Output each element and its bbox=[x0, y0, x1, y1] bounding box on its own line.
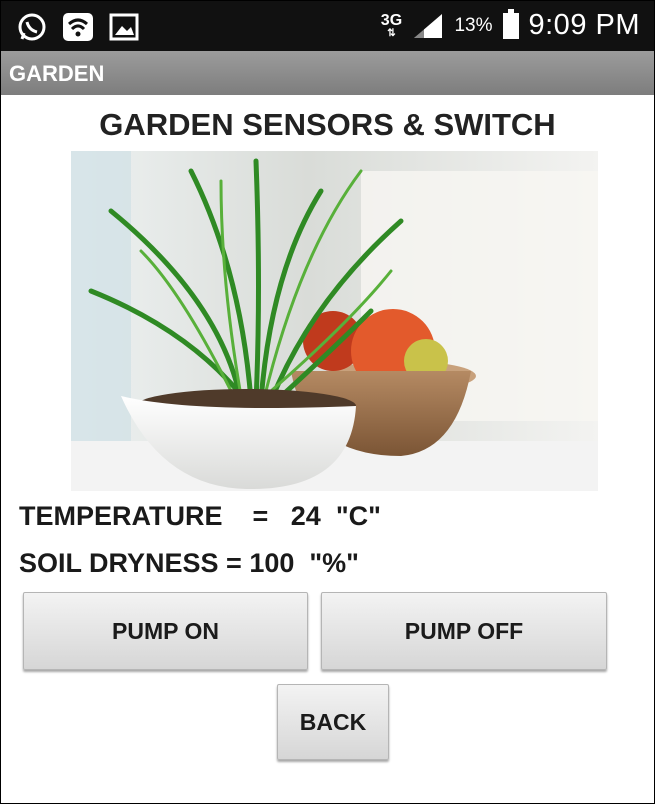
battery-percent: 13% bbox=[454, 14, 493, 36]
network-type: 3G ⇅ bbox=[380, 11, 403, 39]
soil-dryness-reading: SOIL DRYNESS = 100 "%" bbox=[19, 548, 359, 578]
plant-photo bbox=[71, 151, 598, 491]
wifi-icon bbox=[63, 13, 93, 41]
app-title: GARDEN bbox=[9, 61, 105, 86]
whatsapp-icon bbox=[18, 13, 46, 41]
pump-on-button[interactable]: PUMP ON bbox=[23, 592, 308, 670]
status-bar: 3G ⇅ 13% 9:09 PM bbox=[1, 1, 654, 51]
signal-icon bbox=[414, 13, 443, 38]
back-button[interactable]: BACK bbox=[277, 684, 389, 760]
pump-off-button[interactable]: PUMP OFF bbox=[321, 592, 607, 670]
battery-icon bbox=[502, 8, 519, 39]
app-screen: 3G ⇅ 13% 9:09 PM GARDEN GARDEN SENSORS &… bbox=[0, 0, 655, 804]
clock: 9:09 PM bbox=[528, 9, 640, 41]
page-heading: GARDEN SENSORS & SWITCH bbox=[99, 107, 556, 142]
gallery-icon bbox=[109, 13, 139, 41]
temperature-reading: TEMPERATURE = 24 "C" bbox=[19, 501, 381, 531]
app-title-bar: GARDEN bbox=[1, 51, 654, 95]
